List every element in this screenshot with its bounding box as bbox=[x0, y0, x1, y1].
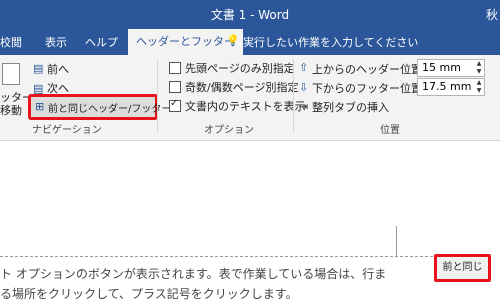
link-previous-icon: ⊞ bbox=[35, 100, 45, 113]
tab-review[interactable]: 校閲 bbox=[0, 34, 22, 50]
header-position-label: 上からのヘッダー位置: bbox=[312, 63, 426, 76]
title-bar: 文書 1 - Word 秋 bbox=[0, 0, 500, 29]
spin-down-icon[interactable]: ▼ bbox=[474, 87, 484, 95]
diff-first-label: 先頭ページのみ別指定 bbox=[185, 62, 295, 75]
footer-position-icon: ⇩ bbox=[299, 81, 309, 94]
ribbon-tabs: 校閲 表示 ヘルプ ヘッダーとフッター 💡 実行したい作業を入力してください bbox=[0, 29, 500, 55]
navigation-group-label: ナビゲーション bbox=[32, 125, 102, 136]
footer-position-value: 17.5 mm bbox=[422, 80, 472, 93]
spin-up-icon[interactable]: ▲ bbox=[474, 60, 484, 68]
align-tab-icon: ⇥ bbox=[299, 100, 309, 113]
link-to-previous-button[interactable]: 前と同じヘッダー/フッター bbox=[48, 100, 171, 115]
show-doc-text-label: 文書内のテキストを表示 bbox=[185, 100, 306, 113]
go-to-footer-label-bottom[interactable]: 移動 bbox=[0, 102, 22, 118]
insert-align-tab-button[interactable]: 整列タブの挿入 bbox=[312, 99, 389, 115]
position-group-label: 位置 bbox=[380, 125, 400, 136]
ribbon: ッターに 移動 ▤ 前へ ▤ 次へ ⊞ 前と同じヘッダー/フッター ナビゲーショ… bbox=[0, 55, 500, 141]
tab-view[interactable]: 表示 bbox=[45, 34, 67, 50]
diff-first-checkbox[interactable] bbox=[169, 62, 181, 74]
header-position-stepper[interactable]: 15 mm ▲ ▼ bbox=[417, 59, 485, 77]
header-position-value: 15 mm bbox=[422, 61, 461, 74]
body-text-line-1: ト オプションのボタンが表示されます。表で作業している場合は、行ま bbox=[0, 267, 387, 281]
header-position-icon: ⇧ bbox=[299, 61, 309, 74]
tell-me-input[interactable]: 実行したい作業を入力してください bbox=[243, 34, 418, 50]
footer-position-stepper[interactable]: 17.5 mm ▲ ▼ bbox=[417, 78, 485, 96]
divider bbox=[157, 59, 158, 133]
margin-marker bbox=[396, 226, 397, 256]
go-to-footer-icon bbox=[2, 63, 20, 85]
same-as-previous-tag[interactable]: 前と同じ bbox=[434, 254, 491, 282]
prev-button[interactable]: 前へ bbox=[47, 61, 69, 77]
divider bbox=[293, 59, 294, 133]
spin-down-icon[interactable]: ▼ bbox=[474, 68, 484, 76]
tab-help[interactable]: ヘルプ bbox=[85, 34, 118, 50]
footer-position-label: 下からのフッター位置: bbox=[312, 82, 426, 95]
window-title: 文書 1 - Word bbox=[210, 8, 290, 22]
header-boundary-line bbox=[0, 256, 438, 257]
lightbulb-icon: 💡 bbox=[226, 34, 240, 47]
user-name[interactable]: 秋 bbox=[486, 6, 498, 23]
show-doc-text-checkbox[interactable] bbox=[169, 98, 181, 112]
spin-up-icon[interactable]: ▲ bbox=[474, 79, 484, 87]
options-group-label: オプション bbox=[204, 125, 254, 136]
diff-odd-even-checkbox[interactable] bbox=[169, 81, 181, 93]
document-area: ト オプションのボタンが表示されます。表で作業している場合は、行ま る場所をクリ… bbox=[0, 141, 500, 303]
prev-icon: ▤ bbox=[33, 62, 44, 75]
diff-odd-even-label: 奇数/偶数ページ別指定 bbox=[185, 81, 299, 94]
body-text-line-2: る場所をクリックして、プラス記号をクリックします。 bbox=[0, 287, 298, 301]
